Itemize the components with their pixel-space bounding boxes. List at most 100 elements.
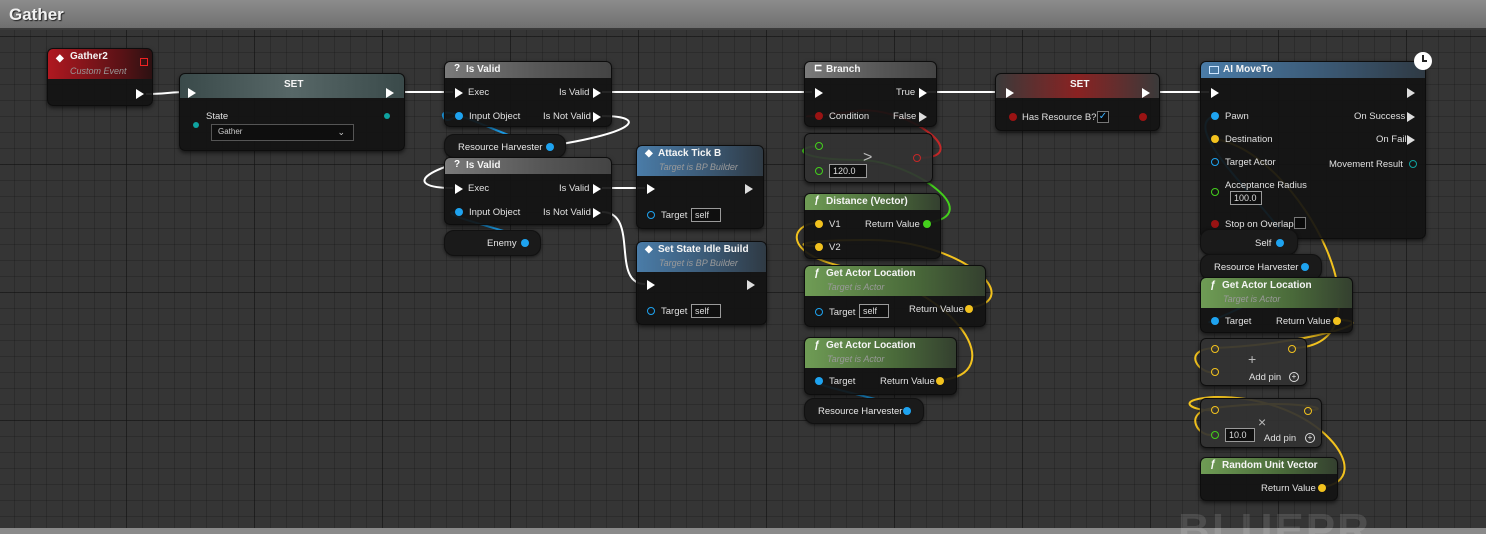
random-unit-vector-node[interactable]: ƒ Random Unit Vector Return Value bbox=[1200, 457, 1338, 501]
exec-out-hollow-icon[interactable] bbox=[745, 184, 753, 194]
float-in-pin[interactable] bbox=[815, 167, 823, 175]
node-title: Get Actor Location bbox=[1222, 280, 1312, 291]
acceptance-radius-field[interactable]: 100.0 bbox=[1230, 191, 1262, 205]
get-actor-location-node[interactable]: ƒ Get Actor Location Target is Actor Tar… bbox=[804, 265, 986, 327]
destination-in-pin[interactable] bbox=[1211, 135, 1219, 143]
object-out-pin[interactable] bbox=[521, 239, 529, 247]
exec-in-pin[interactable] bbox=[455, 184, 463, 194]
has-resource-checkbox[interactable]: ✓ bbox=[1097, 111, 1109, 123]
object-out-pin[interactable] bbox=[1276, 239, 1284, 247]
get-actor-location-node[interactable]: ƒ Get Actor Location Target is Actor Tar… bbox=[804, 337, 957, 395]
target-field[interactable]: self bbox=[691, 208, 721, 222]
object-out-pin[interactable] bbox=[903, 407, 911, 415]
target-field[interactable]: self bbox=[859, 304, 889, 318]
variable-label: Self bbox=[1255, 238, 1272, 249]
exec-in-pin[interactable] bbox=[647, 184, 655, 194]
get-actor-location-node[interactable]: ƒ Get Actor Location Target is Actor Tar… bbox=[1200, 277, 1353, 333]
vector-out-pin[interactable] bbox=[1318, 484, 1326, 492]
state-dropdown[interactable]: Gather ⌄ bbox=[211, 124, 354, 141]
exec-out-pin[interactable] bbox=[593, 184, 601, 194]
add-pin-icon[interactable]: + bbox=[1305, 433, 1315, 443]
exec-out-pin[interactable] bbox=[593, 88, 601, 98]
enemy-variable[interactable]: Enemy bbox=[444, 230, 541, 256]
vector-in-pin[interactable] bbox=[1211, 368, 1219, 376]
exec-in-pin[interactable] bbox=[815, 88, 823, 98]
enum-in-pin[interactable] bbox=[193, 122, 199, 128]
condition-in-pin[interactable] bbox=[815, 112, 823, 120]
object-in-pin[interactable] bbox=[455, 208, 463, 216]
vector-out-pin[interactable] bbox=[1288, 345, 1296, 353]
exec-in-pin[interactable] bbox=[455, 88, 463, 98]
distance-vector-node[interactable]: ƒ Distance (Vector) V1 Return Value V2 bbox=[804, 193, 941, 259]
attack-tick-node[interactable]: ◆ Attack Tick B Target is BP Builder Tar… bbox=[636, 145, 764, 229]
pawn-in-pin[interactable] bbox=[1211, 112, 1219, 120]
exec-out-pin[interactable] bbox=[136, 89, 144, 99]
float-out-pin[interactable] bbox=[923, 220, 931, 228]
float-in-pin[interactable] bbox=[815, 142, 823, 150]
self-variable[interactable]: Self bbox=[1200, 229, 1298, 255]
target-in-pin[interactable] bbox=[1211, 317, 1219, 325]
set-state-node[interactable]: SET State Gather ⌄ bbox=[179, 73, 405, 151]
vector-in-pin[interactable] bbox=[1211, 406, 1219, 414]
resource-harvester-variable[interactable]: Resource Harvester bbox=[804, 398, 924, 424]
target-in-pin[interactable] bbox=[647, 307, 655, 315]
add-pin-button[interactable]: Add pin bbox=[1249, 372, 1281, 383]
variable-label: Resource Harvester bbox=[1214, 262, 1299, 273]
vector-out-pin[interactable] bbox=[965, 305, 973, 313]
target-in-pin[interactable] bbox=[815, 308, 823, 316]
float-field[interactable]: 120.0 bbox=[829, 164, 867, 178]
exec-out-pin[interactable] bbox=[919, 88, 927, 98]
vector-out-pin[interactable] bbox=[1333, 317, 1341, 325]
exec-in-pin[interactable] bbox=[1006, 88, 1014, 98]
set-has-resource-node[interactable]: SET Has Resource B? ✓ bbox=[995, 73, 1160, 131]
target-actor-in-pin[interactable] bbox=[1211, 158, 1219, 166]
delegate-pin[interactable] bbox=[140, 58, 148, 66]
resource-harvester-variable[interactable]: Resource Harvester bbox=[444, 134, 566, 158]
object-out-pin[interactable] bbox=[1301, 263, 1309, 271]
vector-multiply-node[interactable]: × 10.0 Add pin + bbox=[1200, 398, 1322, 448]
custom-event-node[interactable]: ◆ Gather2 Custom Event bbox=[47, 48, 153, 106]
exec-in-pin[interactable] bbox=[188, 88, 196, 98]
target-in-pin[interactable] bbox=[815, 377, 823, 385]
ai-moveto-node[interactable]: AI MoveTo Pawn On Success Destination On… bbox=[1200, 61, 1426, 239]
object-out-pin[interactable] bbox=[546, 143, 554, 151]
exec-in-pin[interactable] bbox=[647, 280, 655, 290]
set-state-idle-build-node[interactable]: ◆ Set State Idle Build Target is BP Buil… bbox=[636, 241, 767, 325]
enum-out-pin[interactable] bbox=[384, 113, 390, 119]
object-in-pin[interactable] bbox=[455, 112, 463, 120]
exec-out-hollow-icon[interactable] bbox=[1407, 112, 1415, 122]
target-in-pin[interactable] bbox=[647, 211, 655, 219]
acceptance-radius-in-pin[interactable] bbox=[1211, 188, 1219, 196]
exec-out-hollow-icon[interactable] bbox=[1407, 88, 1415, 98]
exec-in-pin[interactable] bbox=[1211, 88, 1219, 98]
multiplier-field[interactable]: 10.0 bbox=[1225, 428, 1255, 442]
bool-out-pin[interactable] bbox=[913, 154, 921, 162]
vector-add-node[interactable]: + Add pin + bbox=[1200, 338, 1307, 386]
vector-in-pin[interactable] bbox=[1211, 345, 1219, 353]
add-pin-button[interactable]: Add pin bbox=[1264, 433, 1296, 444]
is-valid-node[interactable]: ? Is Valid Exec Is Valid Input Object Is… bbox=[444, 157, 612, 225]
float-in-pin[interactable] bbox=[1211, 431, 1219, 439]
exec-out-hollow-icon[interactable] bbox=[747, 280, 755, 290]
is-valid-node[interactable]: ? Is Valid Exec Is Valid Input Object Is… bbox=[444, 61, 612, 127]
stop-on-overlap-checkbox[interactable] bbox=[1294, 217, 1306, 229]
exec-out-hollow-icon[interactable] bbox=[919, 112, 927, 122]
exec-out-pin[interactable] bbox=[386, 88, 394, 98]
vector-out-pin[interactable] bbox=[1304, 407, 1312, 415]
greater-than-node[interactable]: > 120.0 bbox=[804, 133, 933, 183]
vector-out-pin[interactable] bbox=[936, 377, 944, 385]
exec-out-pin[interactable] bbox=[593, 112, 601, 122]
add-pin-icon[interactable]: + bbox=[1289, 372, 1299, 382]
exec-out-pin[interactable] bbox=[593, 208, 601, 218]
movement-result-out-pin[interactable] bbox=[1409, 160, 1417, 168]
target-field[interactable]: self bbox=[691, 304, 721, 318]
function-icon: ƒ bbox=[1210, 459, 1216, 470]
vector-in-pin[interactable] bbox=[815, 220, 823, 228]
exec-out-hollow-icon[interactable] bbox=[1407, 135, 1415, 145]
stop-on-overlap-in-pin[interactable] bbox=[1211, 220, 1219, 228]
vector-in-pin[interactable] bbox=[815, 243, 823, 251]
bool-in-pin[interactable] bbox=[1009, 113, 1017, 121]
branch-node[interactable]: ⊏ Branch True Condition False bbox=[804, 61, 937, 127]
bool-out-pin[interactable] bbox=[1139, 113, 1147, 121]
exec-out-pin[interactable] bbox=[1142, 88, 1150, 98]
